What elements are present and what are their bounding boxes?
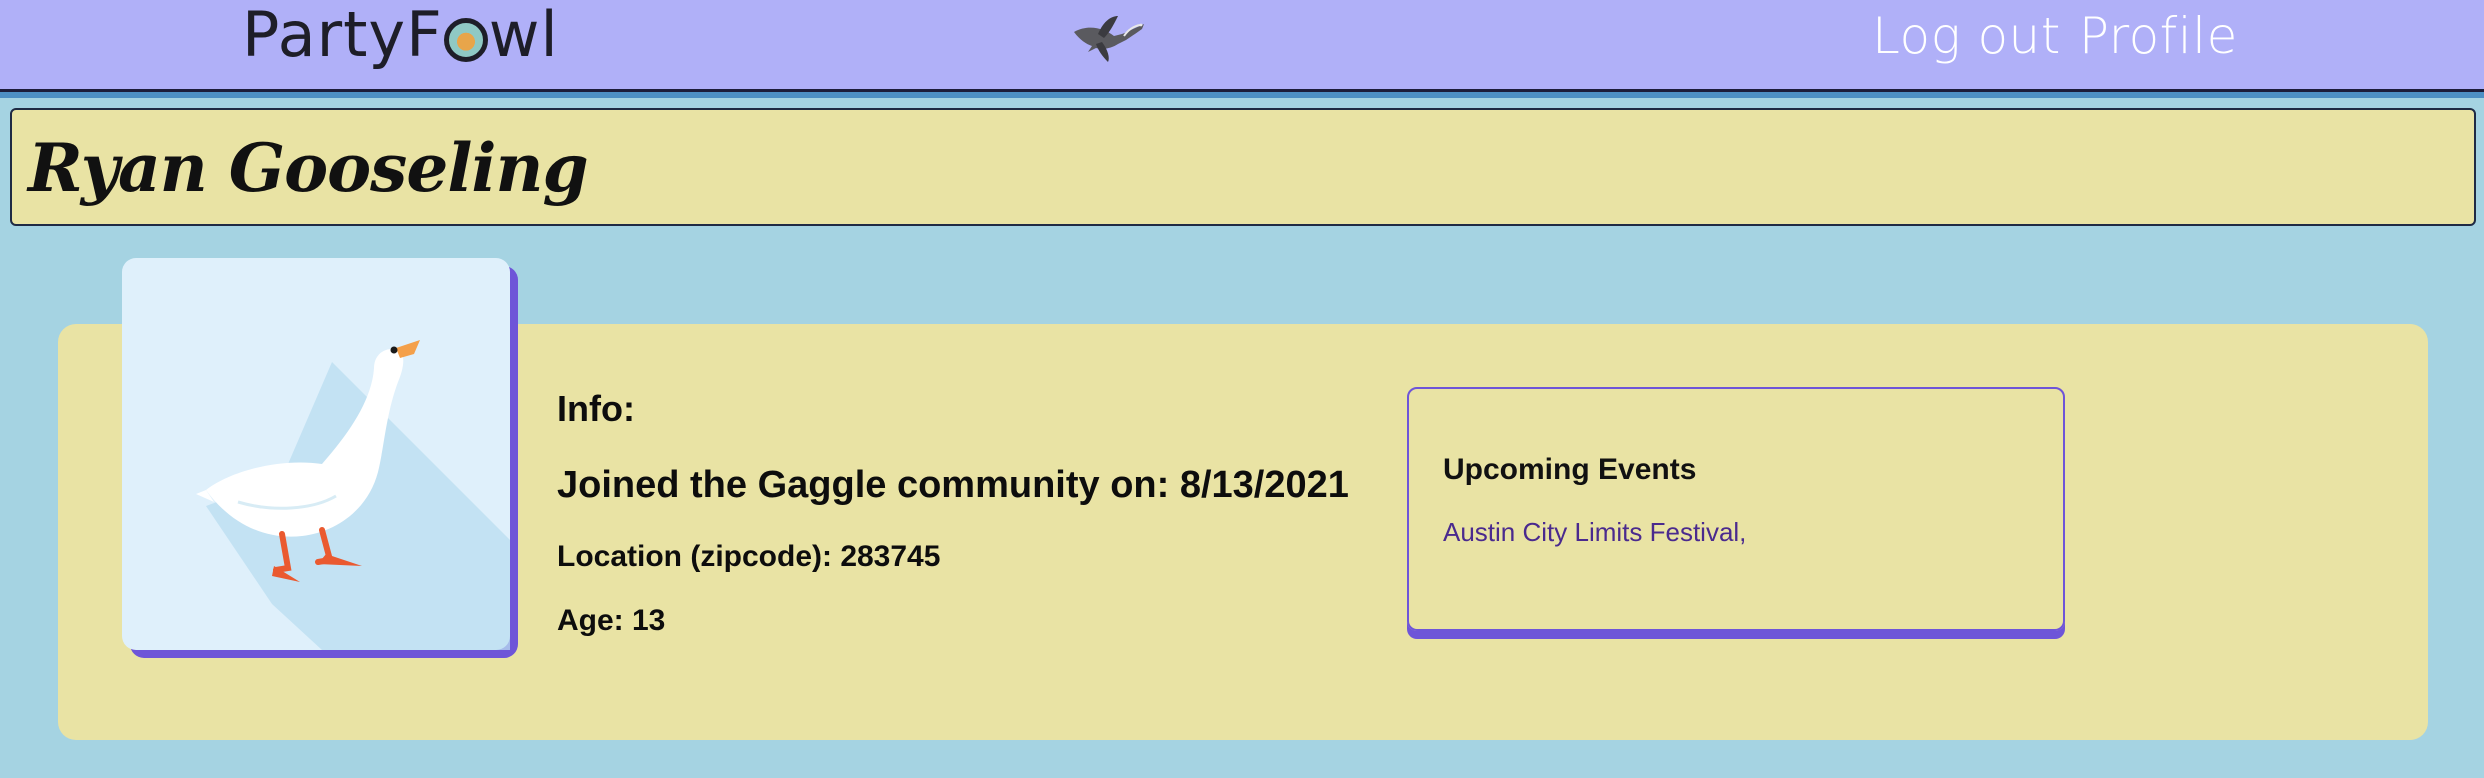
top-navbar: PartyF wl Log out Profile	[0, 0, 2484, 92]
white-goose-icon	[196, 340, 510, 650]
age: Age: 13	[557, 604, 666, 637]
upcoming-events-title: Upcoming Events	[1443, 453, 1697, 486]
brand-logo[interactable]: PartyF wl	[242, 0, 559, 70]
profile-name: Ryan Gooseling	[28, 129, 589, 207]
name-banner: Ryan Gooseling	[10, 108, 2476, 226]
profile-link[interactable]: Profile	[2079, 6, 2238, 66]
brand-fowl-start: F	[406, 0, 443, 71]
joined-date: Joined the Gaggle community on: 8/13/202…	[557, 464, 1349, 506]
upcoming-events-panel: Upcoming Events Austin City Limits Festi…	[1407, 387, 2065, 631]
avatar	[122, 258, 510, 650]
brand-prefix: Party	[242, 0, 407, 71]
info-heading: Info:	[557, 388, 635, 429]
event-link[interactable]: Austin City Limits Festival,	[1443, 517, 1746, 548]
brand-fowl-end: wl	[488, 0, 559, 71]
location-zipcode: Location (zipcode): 283745	[557, 540, 941, 573]
header-nav: Log out Profile	[1872, 6, 2238, 66]
flying-goose-icon	[1074, 16, 1144, 62]
globe-icon	[443, 18, 488, 62]
logout-link[interactable]: Log out	[1872, 6, 2061, 66]
